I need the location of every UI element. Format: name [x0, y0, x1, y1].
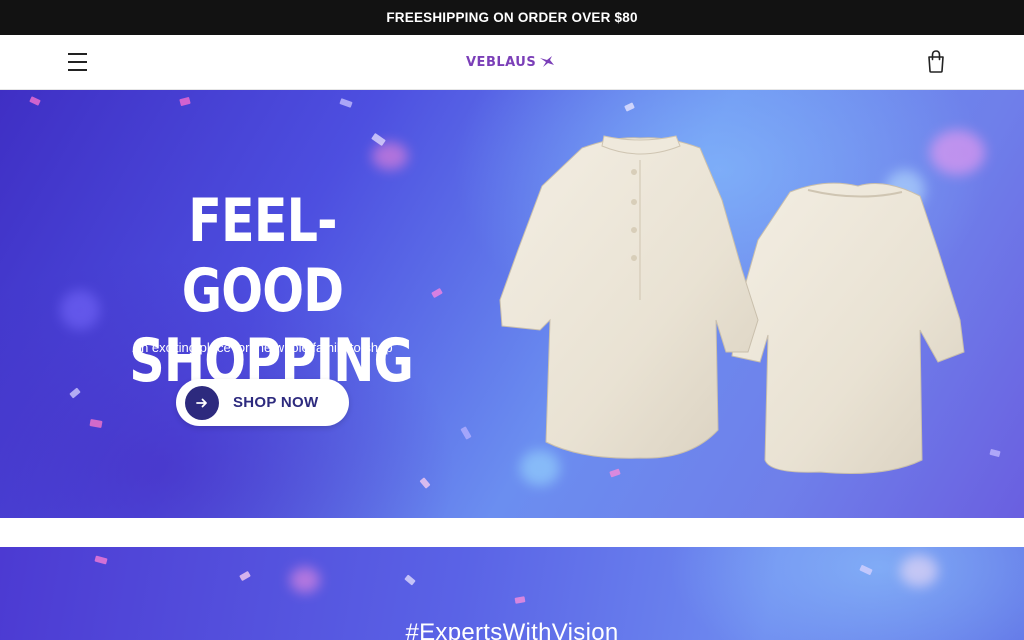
- confetti: [989, 448, 1001, 458]
- experts-banner: #ExpertsWithVision: [0, 547, 1024, 640]
- announcement-text: FREESHIPPING ON ORDER OVER $80: [386, 10, 638, 25]
- confetti: [514, 596, 526, 604]
- confetti: [69, 387, 81, 399]
- hero-banner[interactable]: FEEL-GOOD SHOPPING An exciting place for…: [0, 90, 1024, 518]
- confetti: [431, 287, 443, 299]
- cart-icon-graphic: [928, 50, 944, 73]
- confetti: [339, 98, 353, 108]
- bokeh-light: [60, 290, 100, 330]
- hero-title: FEEL-GOOD SHOPPING: [129, 186, 414, 396]
- bokeh-light: [372, 142, 408, 170]
- shop-now-button[interactable]: SHOP NOW: [176, 379, 349, 426]
- menu-line: [68, 69, 87, 71]
- hamburger-menu-icon[interactable]: [64, 49, 92, 75]
- shop-now-label: SHOP NOW: [233, 394, 319, 411]
- confetti: [460, 426, 472, 440]
- confetti: [29, 96, 41, 106]
- site-logo[interactable]: VEBLAUS: [466, 51, 555, 73]
- logo-text: VEBLAUS: [466, 54, 537, 70]
- section-spacer: [0, 518, 1024, 547]
- confetti: [404, 574, 416, 586]
- experts-title: #ExpertsWithVision: [405, 619, 619, 640]
- confetti: [89, 419, 103, 428]
- confetti: [419, 477, 431, 489]
- arrow-right-icon: [185, 385, 219, 420]
- menu-line: [68, 61, 87, 63]
- shirt-back-view: [731, 182, 965, 474]
- hero-subtitle: An exciting place for the whole family t…: [132, 340, 393, 355]
- bokeh-light: [900, 555, 938, 587]
- bokeh-light: [290, 567, 320, 593]
- confetti: [94, 555, 108, 565]
- shopping-bag-icon[interactable]: [922, 47, 950, 75]
- confetti: [624, 102, 635, 112]
- bird-logo-icon: [540, 56, 555, 67]
- menu-line: [68, 53, 87, 55]
- site-header: VEBLAUS: [0, 35, 1024, 90]
- shirt-front-view: [499, 135, 759, 459]
- announcement-bar: FREESHIPPING ON ORDER OVER $80: [0, 0, 1024, 35]
- shirt-product-image: [499, 135, 965, 474]
- arrow-graphic: [196, 398, 207, 407]
- confetti: [239, 570, 251, 582]
- hero-title-line: FEEL-GOOD: [181, 186, 344, 326]
- confetti: [179, 96, 191, 107]
- confetti: [859, 564, 873, 576]
